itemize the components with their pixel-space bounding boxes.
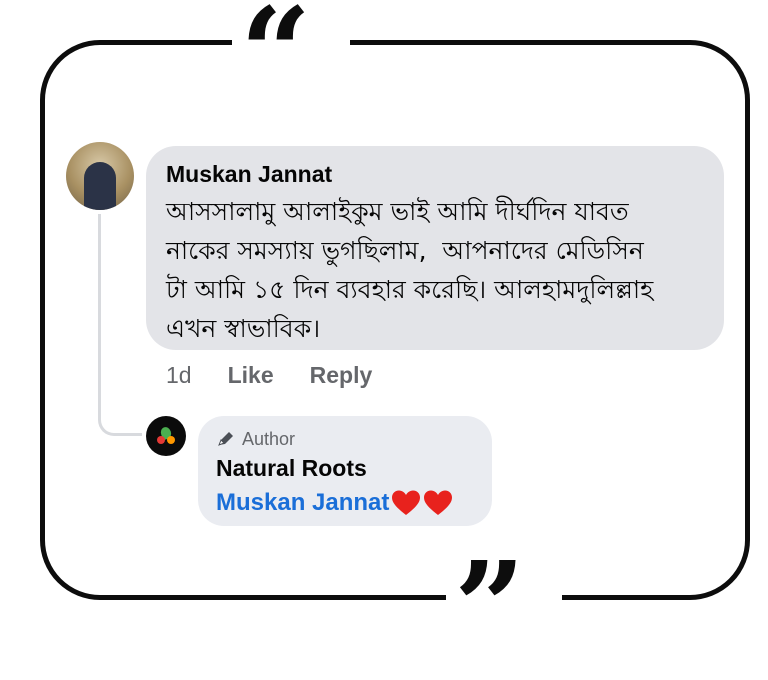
comment-text-line: টা আমি ১৫ দিন ব্যবহার করেছি। আলহামদুলিল্…	[166, 275, 654, 304]
thread-connector-line	[98, 214, 142, 436]
comment-actions: 1d Like Reply	[166, 358, 408, 392]
page-avatar[interactable]	[146, 416, 186, 456]
reply-bubble: Author Natural Roots Muskan Jannat	[198, 416, 492, 526]
pencil-icon	[218, 432, 233, 446]
author-badge: Author	[216, 428, 474, 450]
reply-button[interactable]: Reply	[310, 362, 373, 389]
close-quote-mark: ”	[454, 535, 526, 680]
like-button[interactable]: Like	[228, 362, 274, 389]
comment-author-name[interactable]: Muskan Jannat	[166, 160, 706, 188]
comment-text-line: আসসালামু আলাইকুম ভাই আমি দীর্ঘদিন যাবত	[166, 197, 629, 226]
open-quote-mark: “	[240, 0, 312, 126]
comment-bubble: Muskan Jannat আসসালামু আলাইকুম ভাই আমি দ…	[146, 146, 724, 350]
author-badge-label: Author	[242, 428, 296, 449]
red-heart-icon	[424, 490, 453, 515]
mention-link[interactable]: Muskan Jannat	[216, 489, 389, 517]
reply-text: Muskan Jannat	[216, 487, 474, 519]
reply-author-name[interactable]: Natural Roots	[216, 454, 474, 482]
comment-text-line: নাকের সমস্যায় ভুগছিলাম, আপনাদের মেডিসিন	[166, 236, 644, 265]
logo-berry	[157, 436, 165, 444]
red-heart-icon	[392, 490, 421, 515]
comment-timestamp[interactable]: 1d	[166, 362, 192, 389]
avatar-figure	[84, 162, 116, 210]
comment-text: আসসালামু আলাইকুম ভাই আমি দীর্ঘদিন যাবত ন…	[166, 192, 706, 348]
logo-berry	[167, 436, 175, 444]
commenter-avatar[interactable]	[66, 142, 134, 210]
comment-text-line: এখন স্বাভাবিক।	[166, 314, 321, 343]
